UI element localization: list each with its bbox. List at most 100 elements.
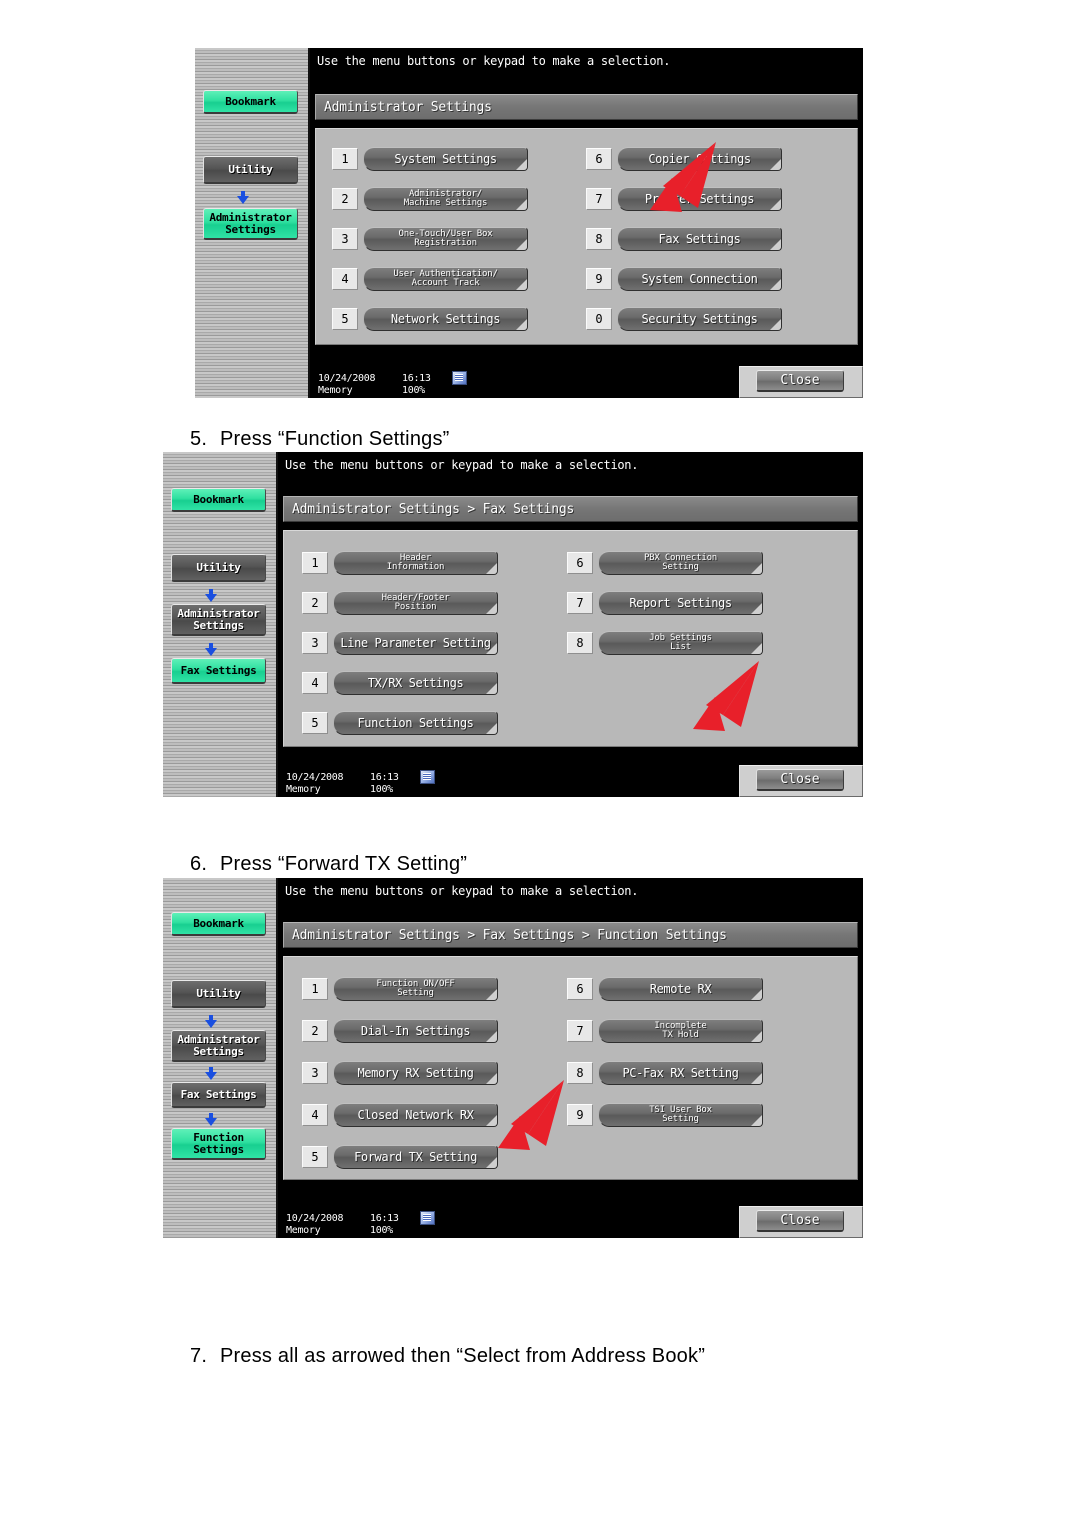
menu-button-pbx-connection-setting[interactable]: PBX Connection Setting <box>598 551 763 575</box>
menu-row[interactable]: 4 User Authentication/ Account Track <box>332 267 528 291</box>
function-settings-button[interactable]: Function Settings <box>171 1128 266 1160</box>
menu-row[interactable]: 5 Network Settings <box>332 307 528 331</box>
menu-row[interactable]: 2 Dial-In Settings <box>302 1019 498 1043</box>
menu-button-pc-fax-rx-setting[interactable]: PC-Fax RX Setting <box>598 1061 763 1085</box>
menu-row[interactable]: 3 One-Touch/User Box Registration <box>332 227 528 251</box>
menu-row[interactable]: 3 Line Parameter Setting <box>302 631 498 655</box>
administrator-settings-button[interactable]: Administrator Settings <box>171 1030 266 1062</box>
key-number: 2 <box>302 592 328 614</box>
menu-row[interactable]: 9 System Connection <box>586 267 782 291</box>
menu-button-header-footer-position[interactable]: Header/Footer Position <box>333 591 498 615</box>
caption-step-5: 5. Press “Function Settings” <box>190 428 450 451</box>
status-memory-value: 100% <box>370 784 393 795</box>
key-number: 0 <box>586 308 612 330</box>
menu-button-dial-in-settings[interactable]: Dial-In Settings <box>333 1019 498 1043</box>
key-number: 1 <box>302 552 328 574</box>
menu-button-fax-settings[interactable]: Fax Settings <box>617 227 782 251</box>
menu-row[interactable]: 7 Incomplete TX Hold <box>567 1019 763 1043</box>
menu-row[interactable]: 2 Header/Footer Position <box>302 591 498 615</box>
administrator-settings-button[interactable]: Administrator Settings <box>171 604 266 636</box>
menu-row[interactable]: 6 Copier Settings <box>586 147 782 171</box>
menu-row[interactable]: 3 Memory RX Setting <box>302 1061 498 1085</box>
hint-text: Use the menu buttons or keypad to make a… <box>310 48 863 88</box>
close-button-area: Close <box>739 366 863 398</box>
menu-button-function-on-off-setting[interactable]: Function ON/OFF Setting <box>333 977 498 1001</box>
utility-button[interactable]: Utility <box>171 554 266 582</box>
caption-step-6: 6. Press “Forward TX Setting” <box>190 853 467 876</box>
menu-row[interactable]: 4 TX/RX Settings <box>302 671 498 695</box>
menu-row[interactable]: 6 Remote RX <box>567 977 763 1001</box>
utility-label: Utility <box>196 560 241 574</box>
menu-button-function-settings[interactable]: Function Settings <box>333 711 498 735</box>
menu-row[interactable]: 9 TSI User Box Setting <box>567 1103 763 1127</box>
administrator-settings-button[interactable]: Administrator Settings <box>203 208 298 240</box>
panel1-side-rail: Bookmark Utility Administrator Settings <box>195 48 310 398</box>
menu-button-administrator-machine-settings[interactable]: Administrator/ Machine Settings <box>363 187 528 211</box>
menu-row[interactable]: 5 Forward TX Setting <box>302 1145 498 1169</box>
fax-settings-button[interactable]: Fax Settings <box>171 658 266 684</box>
close-button[interactable]: Close <box>756 370 844 392</box>
bookmark-button[interactable]: Bookmark <box>171 488 266 512</box>
mfp-touch-panel-function-settings[interactable]: Bookmark Utility Administrator Settings … <box>163 878 863 1238</box>
menu-button-header-information[interactable]: Header Information <box>333 551 498 575</box>
menu-button-job-settings-list[interactable]: Job Settings List <box>598 631 763 655</box>
menu-button-incomplete-tx-hold[interactable]: Incomplete TX Hold <box>598 1019 763 1043</box>
menu-button-forward-tx-setting[interactable]: Forward TX Setting <box>333 1145 498 1169</box>
utility-button[interactable]: Utility <box>203 156 298 184</box>
status-memory-label: Memory <box>286 1225 321 1236</box>
menu-row[interactable]: 7 Report Settings <box>567 591 763 615</box>
menu-button-system-connection[interactable]: System Connection <box>617 267 782 291</box>
key-number: 8 <box>567 1062 593 1084</box>
hint-text: Use the menu buttons or keypad to make a… <box>278 878 863 918</box>
menu-row[interactable]: 6 PBX Connection Setting <box>567 551 763 575</box>
menu-row[interactable]: 5 Function Settings <box>302 711 498 735</box>
menu-row[interactable]: 7 Printer Settings <box>586 187 782 211</box>
panel3-title: Administrator Settings > Fax Settings > … <box>283 922 858 948</box>
status-date: 10/24/2008 <box>286 1213 344 1224</box>
network-status-icon <box>420 770 435 784</box>
menu-button-user-authentication-account-track[interactable]: User Authentication/ Account Track <box>363 267 528 291</box>
panel1-title: Administrator Settings <box>315 94 858 120</box>
mfp-touch-panel-administrator-settings[interactable]: Bookmark Utility Administrator Settings … <box>195 48 863 398</box>
menu-button-tx-rx-settings[interactable]: TX/RX Settings <box>333 671 498 695</box>
bookmark-label: Bookmark <box>193 492 244 506</box>
key-number: 7 <box>567 1020 593 1042</box>
menu-button-memory-rx-setting[interactable]: Memory RX Setting <box>333 1061 498 1085</box>
menu-button-closed-network-rx[interactable]: Closed Network RX <box>333 1103 498 1127</box>
close-button[interactable]: Close <box>756 1210 844 1232</box>
key-number: 6 <box>567 552 593 574</box>
menu-button-security-settings[interactable]: Security Settings <box>617 307 782 331</box>
bookmark-button[interactable]: Bookmark <box>171 912 266 936</box>
menu-button-remote-rx[interactable]: Remote RX <box>598 977 763 1001</box>
status-date: 10/24/2008 <box>318 373 376 384</box>
menu-button-line-parameter-setting[interactable]: Line Parameter Setting <box>333 631 498 655</box>
menu-row[interactable]: 8 Job Settings List <box>567 631 763 655</box>
menu-button-copier-settings[interactable]: Copier Settings <box>617 147 782 171</box>
key-number: 5 <box>302 1146 328 1168</box>
menu-button-network-settings[interactable]: Network Settings <box>363 307 528 331</box>
key-number: 4 <box>332 268 358 290</box>
close-button[interactable]: Close <box>756 769 844 791</box>
menu-button-printer-settings[interactable]: Printer Settings <box>617 187 782 211</box>
panel2-menu-area: 1 Header Information 2 Header/Footer Pos… <box>283 530 858 747</box>
key-number: 3 <box>302 632 328 654</box>
menu-row[interactable]: 1 System Settings <box>332 147 528 171</box>
menu-row[interactable]: 4 Closed Network RX <box>302 1103 498 1127</box>
menu-button-report-settings[interactable]: Report Settings <box>598 591 763 615</box>
mfp-touch-panel-fax-settings[interactable]: Bookmark Utility Administrator Settings … <box>163 452 863 797</box>
menu-button-one-touch-user-box-registration[interactable]: One-Touch/User Box Registration <box>363 227 528 251</box>
menu-row[interactable]: 8 PC-Fax RX Setting <box>567 1061 763 1085</box>
menu-button-tsi-user-box-setting[interactable]: TSI User Box Setting <box>598 1103 763 1127</box>
menu-row[interactable]: 0 Security Settings <box>586 307 782 331</box>
menu-button-system-settings[interactable]: System Settings <box>363 147 528 171</box>
bookmark-button[interactable]: Bookmark <box>203 90 298 114</box>
utility-button[interactable]: Utility <box>171 980 266 1008</box>
status-memory-label: Memory <box>318 385 353 396</box>
menu-row[interactable]: 2 Administrator/ Machine Settings <box>332 187 528 211</box>
fax-settings-button[interactable]: Fax Settings <box>171 1082 266 1108</box>
menu-row[interactable]: 1 Function ON/OFF Setting <box>302 977 498 1001</box>
key-number: 7 <box>567 592 593 614</box>
hint-text: Use the menu buttons or keypad to make a… <box>278 452 863 492</box>
menu-row[interactable]: 8 Fax Settings <box>586 227 782 251</box>
menu-row[interactable]: 1 Header Information <box>302 551 498 575</box>
